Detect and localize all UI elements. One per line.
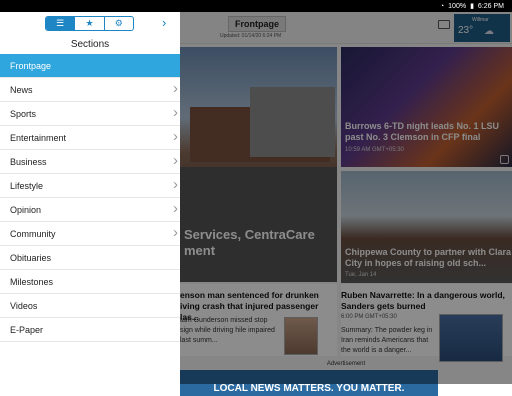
- sidebar-item-label: Entertainment: [10, 132, 67, 143]
- sections-drawer: ☰ ★ ⚙ › Sections Frontpage News › Sports › En…: [0, 12, 180, 384]
- sidebar-item-sports[interactable]: Sports ›: [0, 102, 180, 126]
- story-card-sentenced[interactable]: enson man sentenced for drunken iving cr…: [180, 284, 337, 356]
- sidebar-item-entertainment[interactable]: Entertainment ›: [0, 126, 180, 150]
- status-bar: ◔ 100% ▮ 6:26 PM: [0, 0, 512, 12]
- updated-timestamp: Updated: 01/14/20 6:24 PM: [220, 33, 282, 39]
- status-time: 6:26 PM: [477, 2, 504, 10]
- sidebar-item-label: Community: [10, 228, 56, 239]
- story-headline: Ruben Navarrette: In a dangerous world, …: [341, 290, 505, 311]
- advertisement-label: Advertisement: [326, 361, 366, 367]
- story-summary: tam Gunderson missed stop sign while dri…: [180, 317, 275, 344]
- story-card-navarrette[interactable]: Ruben Navarrette: In a dangerous world, …: [341, 284, 512, 362]
- sidebar-item-label: News: [10, 84, 33, 95]
- sidebar-item-business[interactable]: Business ›: [0, 150, 180, 174]
- sidebar-item-opinion[interactable]: Opinion ›: [0, 198, 180, 222]
- gear-icon[interactable]: ⚙: [103, 17, 133, 30]
- lead-story-caption: Services, CentraCare ment: [184, 227, 315, 258]
- sidebar-item-videos[interactable]: Videos: [0, 294, 180, 318]
- drawer-toolbar: ☰ ★ ⚙ ›: [0, 12, 180, 38]
- sidebar-item-e-paper[interactable]: E-Paper: [0, 318, 180, 342]
- sidebar-item-label: Sports: [10, 108, 37, 119]
- chevron-right-icon[interactable]: ›: [173, 152, 178, 169]
- battery-level: 100%: [448, 2, 467, 10]
- sidebar-item-community[interactable]: Community ›: [0, 222, 180, 246]
- advertisement-banner[interactable]: LOCAL NEWS MATTERS. YOU MATTER.: [180, 370, 438, 396]
- story-thumbnail: [284, 317, 318, 355]
- sidebar-item-frontpage[interactable]: Frontpage: [0, 54, 180, 78]
- drawer-tab-switcher: ☰ ★ ⚙: [45, 16, 134, 31]
- sidebar-item-lifestyle[interactable]: Lifestyle ›: [0, 174, 180, 198]
- star-icon[interactable]: ★: [74, 17, 103, 30]
- lead-story-card[interactable]: Services, CentraCare ment: [180, 47, 337, 282]
- sidebar-item-label: Lifestyle: [10, 180, 44, 191]
- sidebar-item-label: Milestones: [10, 276, 54, 287]
- chevron-right-icon[interactable]: ›: [173, 200, 178, 217]
- chevron-right-icon[interactable]: ›: [173, 80, 178, 97]
- chevron-right-icon[interactable]: ›: [173, 128, 178, 145]
- battery-icon: ▮: [470, 3, 474, 10]
- story-summary: Summary: The powder keg in Iran reminds …: [341, 327, 433, 354]
- chevron-right-icon[interactable]: ›: [162, 15, 166, 30]
- sports-story-caption: Burrows 6-TD night leads No. 1 LSU past …: [345, 121, 500, 142]
- wifi-icon: ◔: [439, 2, 445, 10]
- sidebar-item-news[interactable]: News ›: [0, 78, 180, 102]
- weather-city: Willmar: [472, 17, 489, 23]
- county-story-card[interactable]: Chippewa County to partner with Clara Ci…: [341, 171, 512, 283]
- page-title: Frontpage: [228, 16, 286, 32]
- sidebar-item-label: Frontpage: [10, 60, 52, 71]
- cast-icon[interactable]: [438, 20, 450, 29]
- sidebar-item-milestones[interactable]: Milestones: [0, 270, 180, 294]
- sections-menu: Frontpage News › Sports › Entertainment › Busin…: [0, 54, 180, 342]
- sidebar-item-label: Opinion: [10, 204, 42, 215]
- gallery-icon: [500, 155, 509, 164]
- sidebar-item-label: Videos: [10, 300, 38, 311]
- chevron-right-icon[interactable]: ›: [173, 176, 178, 193]
- weather-widget[interactable]: Willmar 23° ☁: [454, 14, 510, 42]
- county-story-caption: Chippewa County to partner with Clara Ci…: [345, 247, 512, 268]
- sports-story-card[interactable]: Burrows 6-TD night leads No. 1 LSU past …: [341, 47, 512, 167]
- cloud-icon: ☁: [484, 26, 494, 37]
- sidebar-item-label: Business: [10, 156, 47, 167]
- sidebar-item-label: Obituaries: [10, 252, 52, 263]
- chevron-right-icon[interactable]: ›: [173, 224, 178, 241]
- county-story-time: Tue, Jan 14: [345, 272, 377, 278]
- sidebar-item-label: E-Paper: [10, 324, 44, 335]
- sidebar-item-obituaries[interactable]: Obituaries: [0, 246, 180, 270]
- drawer-heading: Sections: [70, 39, 110, 50]
- weather-temp: 23°: [458, 25, 474, 36]
- story-time: 6:00 PM GMT+05:30: [341, 314, 397, 320]
- sports-story-time: 10:59 AM GMT+05:30: [345, 147, 404, 153]
- story-thumbnail: [439, 314, 503, 362]
- list-icon[interactable]: ☰: [46, 17, 75, 30]
- chevron-right-icon[interactable]: ›: [173, 104, 178, 121]
